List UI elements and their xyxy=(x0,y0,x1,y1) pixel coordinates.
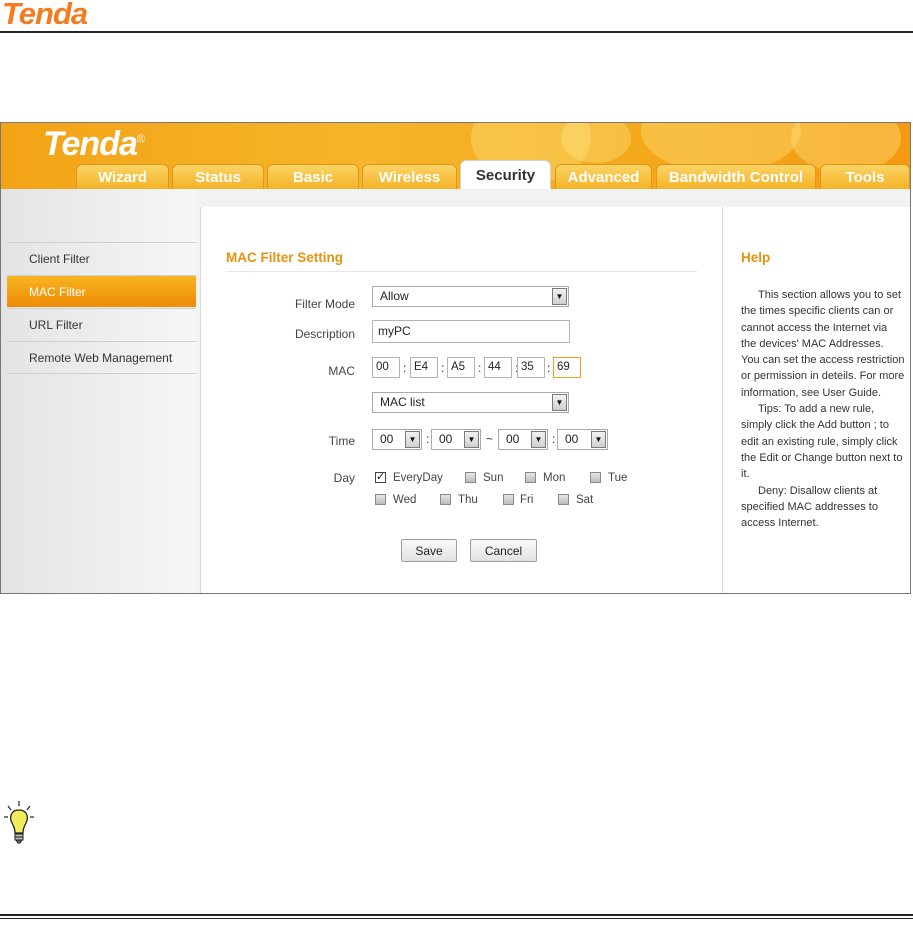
end-minute-select[interactable]: 00 ▼ xyxy=(557,429,608,450)
mac-label: MAC xyxy=(328,364,355,378)
mac-list-select[interactable]: MAC list ▼ xyxy=(372,392,569,413)
end-hour-select[interactable]: 00 ▼ xyxy=(498,429,548,450)
tab-basic[interactable]: Basic xyxy=(267,164,359,189)
mac-octet-3[interactable]: A5 xyxy=(447,357,475,378)
end-hour-value: 00 xyxy=(506,432,520,446)
start-minute-value: 00 xyxy=(439,432,453,446)
trademark-mark: ® xyxy=(136,133,145,146)
dropdown-arrow-icon: ▼ xyxy=(405,431,420,448)
header-banner: Tenda® Wizard Status Basic Wireless Secu… xyxy=(1,123,910,189)
page-title: MAC Filter Setting xyxy=(226,250,343,265)
title-divider xyxy=(226,271,697,272)
tab-status[interactable]: Status xyxy=(172,164,264,189)
mon-label: Mon xyxy=(543,472,566,484)
help-paragraph: Deny: Disallow clients at specified MAC … xyxy=(741,484,878,530)
header-divider xyxy=(0,31,913,33)
help-panel: Help This section allows you to set the … xyxy=(723,207,910,593)
help-paragraph: This section allows you to set the times… xyxy=(741,289,905,399)
tab-advanced[interactable]: Advanced xyxy=(555,164,652,189)
mac-separator: : xyxy=(547,361,551,375)
mac-list-value: MAC list xyxy=(380,395,425,409)
time-label: Time xyxy=(328,434,355,448)
tab-wireless[interactable]: Wireless xyxy=(362,164,457,189)
sidebar-item-client-filter[interactable]: Client Filter xyxy=(7,242,196,274)
description-label: Description xyxy=(294,327,355,341)
help-text: This section allows you to set the times… xyxy=(741,287,905,531)
sidebar: Client Filter MAC Filter URL Filter Remo… xyxy=(1,189,196,593)
mac-separator: : xyxy=(441,361,445,375)
start-minute-select[interactable]: 00 ▼ xyxy=(431,429,481,450)
dropdown-arrow-icon: ▼ xyxy=(531,431,546,448)
help-paragraph: Tips: To add a new rule, simply click th… xyxy=(741,403,903,481)
lightbulb-icon xyxy=(4,801,34,844)
checkbox-fri[interactable] xyxy=(503,494,514,505)
mac-separator: : xyxy=(403,361,407,375)
footer-divider xyxy=(0,918,913,919)
tab-tools[interactable]: Tools xyxy=(820,164,910,189)
router-admin-screenshot: Tenda® Wizard Status Basic Wireless Secu… xyxy=(0,122,911,594)
tab-bandwidth-control[interactable]: Bandwidth Control xyxy=(656,164,816,189)
checkbox-sat[interactable] xyxy=(558,494,569,505)
dropdown-arrow-icon: ▼ xyxy=(552,288,567,305)
thu-label: Thu xyxy=(458,494,478,506)
sidebar-item-mac-filter[interactable]: MAC Filter xyxy=(7,275,196,307)
brand-logo: Tenda® xyxy=(43,125,145,164)
checkbox-sun[interactable] xyxy=(465,472,476,483)
start-hour-select[interactable]: 00 ▼ xyxy=(372,429,422,450)
sidebar-item-url-filter[interactable]: URL Filter xyxy=(7,308,196,340)
dropdown-arrow-icon: ▼ xyxy=(591,431,606,448)
tab-security[interactable]: Security xyxy=(460,160,551,189)
mac-separator: : xyxy=(478,361,482,375)
checkbox-everyday[interactable] xyxy=(375,470,386,483)
checkbox-wed[interactable] xyxy=(375,494,386,505)
fri-label: Fri xyxy=(520,494,534,506)
time-range-separator: ~ xyxy=(486,432,494,446)
checkbox-mon[interactable] xyxy=(525,472,536,483)
sun-label: Sun xyxy=(483,472,504,484)
sidebar-item-remote-web-management[interactable]: Remote Web Management xyxy=(7,341,196,373)
sat-label: Sat xyxy=(576,494,594,506)
checkbox-tue[interactable] xyxy=(590,472,601,483)
description-field[interactable]: myPC xyxy=(372,320,570,343)
main-content: MAC Filter Setting Filter Mode Allow ▼ D… xyxy=(200,207,723,593)
brand-logo-text: Tenda xyxy=(43,125,138,163)
tue-label: Tue xyxy=(608,472,628,484)
everyday-label: EveryDay xyxy=(393,472,443,484)
day-label: Day xyxy=(333,471,355,485)
help-title: Help xyxy=(741,250,771,265)
dropdown-arrow-icon: ▼ xyxy=(464,431,479,448)
document-logo: Tenda xyxy=(2,0,88,31)
filter-mode-value: Allow xyxy=(380,289,409,303)
mac-octet-2[interactable]: E4 xyxy=(410,357,438,378)
dropdown-arrow-icon: ▼ xyxy=(552,394,567,411)
filter-mode-label: Filter Mode xyxy=(294,297,355,311)
mac-octet-5[interactable]: 35 xyxy=(517,357,545,378)
mac-octet-6[interactable]: 69 xyxy=(553,357,581,378)
cancel-button[interactable]: Cancel xyxy=(470,539,537,562)
checkbox-thu[interactable] xyxy=(440,494,451,505)
mac-octet-4[interactable]: 44 xyxy=(484,357,512,378)
sidebar-divider xyxy=(7,373,196,374)
tab-wizard[interactable]: Wizard xyxy=(76,164,169,189)
time-separator: : xyxy=(426,432,430,446)
mac-octet-1[interactable]: 00 xyxy=(372,357,400,378)
start-hour-value: 00 xyxy=(380,432,394,446)
time-separator: : xyxy=(552,432,556,446)
wed-label: Wed xyxy=(393,494,417,506)
footer-divider xyxy=(0,914,913,916)
end-minute-value: 00 xyxy=(565,432,579,446)
filter-mode-select[interactable]: Allow ▼ xyxy=(372,286,569,307)
save-button[interactable]: Save xyxy=(401,539,457,562)
